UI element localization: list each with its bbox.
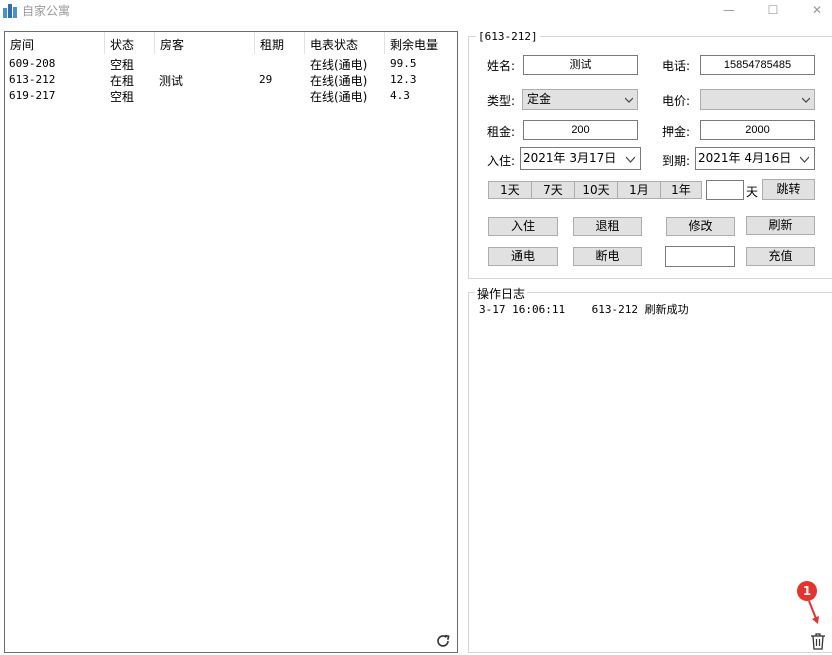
column-header-term[interactable]: 租期 <box>260 36 284 53</box>
expire-date-picker[interactable]: 2021年 4月16日 <box>695 147 815 170</box>
refresh-icon[interactable] <box>435 633 451 649</box>
quick-1-year-button[interactable]: 1年 <box>660 181 702 199</box>
cell-status: 空租 <box>110 90 135 104</box>
window-title: 自家公寓 <box>22 4 71 18</box>
expire-label: 到期: <box>662 154 691 168</box>
column-header-status[interactable]: 状态 <box>110 36 134 53</box>
checkin-label: 入住: <box>487 154 516 168</box>
type-select[interactable]: 定金 <box>522 89 638 110</box>
cell-remaining-power: 12.3 <box>390 73 417 86</box>
quick-1-month-button[interactable]: 1月 <box>617 181 661 199</box>
title-bar: 自家公寓 — ☐ ✕ <box>0 0 832 22</box>
column-divider <box>154 32 155 54</box>
cell-remaining-power: 99.5 <box>390 57 417 70</box>
cell-remaining-power: 4.3 <box>390 89 410 102</box>
chevron-down-icon <box>802 97 810 103</box>
close-button[interactable]: ✕ <box>802 0 832 20</box>
check-in-button[interactable]: 入住 <box>488 217 558 236</box>
operation-log-group <box>468 292 832 653</box>
column-header-meter-status[interactable]: 电表状态 <box>310 36 358 53</box>
chevron-down-icon <box>625 97 633 103</box>
table-row[interactable]: 613-212 在租 测试 29 在线(通电) 12.3 <box>5 72 457 88</box>
chevron-down-icon <box>800 156 809 163</box>
log-entry: 3-17 16:06:11 613-212 刷新成功 <box>479 303 689 316</box>
cell-meter-status: 在线(通电) <box>310 58 368 72</box>
notification-badge: 1 <box>797 581 817 601</box>
check-out-button[interactable]: 退租 <box>573 217 642 236</box>
refresh-button[interactable]: 刷新 <box>746 216 815 235</box>
minimize-button[interactable]: — <box>714 0 744 20</box>
cell-status: 空租 <box>110 58 135 72</box>
trash-icon[interactable] <box>810 632 826 650</box>
deposit-label: 押金: <box>662 125 691 139</box>
table-row[interactable]: 609-208 空租 在线(通电) 99.5 <box>5 56 457 72</box>
building-icon <box>3 4 17 18</box>
power-on-button[interactable]: 通电 <box>488 247 558 266</box>
cell-tenant: 测试 <box>159 74 184 88</box>
checkin-date-picker[interactable]: 2021年 3月17日 <box>520 147 641 170</box>
deposit-field[interactable]: 2000 <box>700 120 815 140</box>
rent-label: 租金: <box>487 125 516 139</box>
table-row[interactable]: 619-217 空租 在线(通电) 4.3 <box>5 88 457 104</box>
room-list-view[interactable]: 房间 状态 房客 租期 电表状态 剩余电量 609-208 空租 在线(通电) … <box>4 31 458 653</box>
column-divider <box>304 32 305 54</box>
cell-room: 609-208 <box>9 57 56 70</box>
cell-room: 613-212 <box>9 73 56 86</box>
expire-date-value: 2021年 4月16日 <box>698 151 792 165</box>
price-label: 电价: <box>662 94 691 108</box>
column-header-tenant[interactable]: 房客 <box>160 36 184 53</box>
phone-label: 电话: <box>662 59 691 73</box>
quick-10-days-button[interactable]: 10天 <box>574 181 618 199</box>
arrow-icon <box>808 600 819 624</box>
cell-status: 在租 <box>110 74 135 88</box>
modify-button[interactable]: 修改 <box>666 217 735 236</box>
cell-meter-status: 在线(通电) <box>310 74 368 88</box>
rent-field[interactable]: 200 <box>523 120 638 140</box>
cell-room: 619-217 <box>9 89 56 102</box>
price-select[interactable] <box>700 89 815 110</box>
days-unit-label: 天 <box>746 185 759 199</box>
quick-1-day-button[interactable]: 1天 <box>488 181 532 199</box>
cell-meter-status: 在线(通电) <box>310 90 368 104</box>
operation-log-legend: 操作日志 <box>475 285 528 302</box>
room-detail-legend: [613-212] <box>476 30 540 43</box>
jump-button[interactable]: 跳转 <box>762 179 815 200</box>
maximize-button[interactable]: ☐ <box>758 0 788 20</box>
recharge-button[interactable]: 充值 <box>746 247 815 266</box>
column-divider <box>254 32 255 54</box>
phone-field[interactable]: 15854785485 <box>700 55 815 75</box>
checkin-date-value: 2021年 3月17日 <box>523 151 617 165</box>
column-divider <box>384 32 385 54</box>
quick-7-days-button[interactable]: 7天 <box>531 181 575 199</box>
name-field[interactable]: 测试 <box>523 55 638 75</box>
power-off-button[interactable]: 断电 <box>573 247 642 266</box>
type-select-value: 定金 <box>527 92 552 106</box>
recharge-amount-field[interactable] <box>665 246 735 267</box>
days-input[interactable] <box>706 180 744 200</box>
type-label: 类型: <box>487 94 516 108</box>
column-header-room[interactable]: 房间 <box>10 36 34 53</box>
name-label: 姓名: <box>487 59 516 73</box>
chevron-down-icon <box>626 156 635 163</box>
column-header-remaining-power[interactable]: 剩余电量 <box>390 36 438 53</box>
cell-term: 29 <box>259 73 273 86</box>
column-divider <box>104 32 105 54</box>
